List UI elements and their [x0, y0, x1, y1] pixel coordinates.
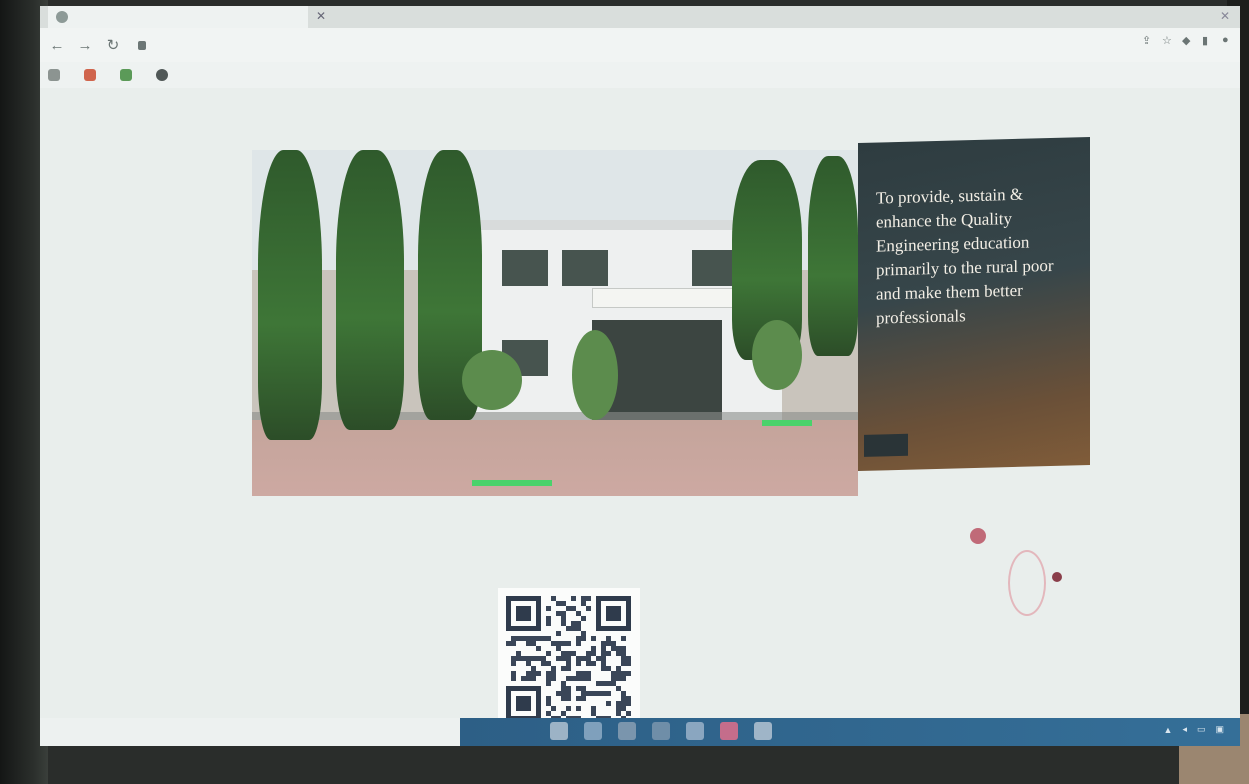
app-icon[interactable]: [754, 722, 772, 740]
tree: [258, 150, 322, 440]
app-icon[interactable]: [720, 722, 738, 740]
browser-toolbar: ← → ↻ ⇪ ☆ ◆ ▮ ●: [40, 28, 1240, 62]
shrub: [752, 320, 802, 390]
taskbar: ▲ ◂ ▭ ▣: [460, 718, 1240, 746]
task-view-icon[interactable]: [618, 722, 636, 740]
tree: [336, 150, 404, 430]
bookmark-item-4[interactable]: [156, 69, 174, 81]
bookmark-item-2[interactable]: [84, 69, 102, 81]
close-tab-icon[interactable]: ✕: [316, 9, 326, 23]
mail-icon: [84, 69, 96, 81]
globe-icon: [156, 69, 168, 81]
address-bar[interactable]: [138, 40, 152, 50]
start-icon[interactable]: [550, 722, 568, 740]
taskbar-apps: [550, 722, 772, 740]
reload-icon[interactable]: ↻: [102, 34, 124, 56]
monitor-screen: ✕ ✕ ← → ↻ ⇪ ☆ ◆ ▮ ● To provide, sustain …: [40, 6, 1240, 746]
building-window: [502, 250, 548, 286]
browser-icon[interactable]: [686, 722, 704, 740]
bookmark-item-1[interactable]: [48, 69, 66, 81]
decorative-ring: [1008, 550, 1046, 616]
bookmarks-bar: [40, 62, 1240, 88]
system-tray: ▲ ◂ ▭ ▣: [1164, 724, 1224, 735]
bookmark-icon: [48, 69, 60, 81]
qr-code: [498, 588, 640, 736]
shrub: [462, 350, 522, 410]
web-page-content: To provide, sustain & enhance the Qualit…: [40, 88, 1240, 736]
lawn-stripe: [762, 420, 812, 426]
building-window: [562, 250, 608, 286]
network-icon[interactable]: ▲: [1164, 725, 1173, 735]
profile-icon[interactable]: ●: [1222, 34, 1232, 48]
qr-code-graphic: [506, 596, 631, 721]
maps-icon: [120, 69, 132, 81]
paved-ground: [252, 420, 858, 496]
shrub: [572, 330, 618, 420]
window-close-icon[interactable]: ✕: [1220, 9, 1230, 23]
tree: [808, 156, 858, 356]
lawn-stripe: [472, 480, 552, 486]
forward-icon[interactable]: →: [74, 34, 96, 56]
mission-statement: To provide, sustain & enhance the Qualit…: [876, 184, 1054, 328]
star-icon[interactable]: ☆: [1162, 34, 1172, 48]
tab-strip: ✕ ✕: [40, 6, 1240, 28]
clock-icon[interactable]: ▭: [1197, 724, 1206, 735]
slider-control[interactable]: [864, 433, 908, 457]
decorative-dot: [1052, 572, 1062, 582]
back-icon[interactable]: ←: [46, 34, 68, 56]
sidebar-icon[interactable]: ▮: [1202, 34, 1212, 48]
volume-icon[interactable]: ◂: [1182, 724, 1187, 735]
notification-icon[interactable]: ▣: [1215, 724, 1224, 735]
decorative-dot: [970, 528, 986, 544]
tab-active[interactable]: [48, 6, 308, 28]
share-icon[interactable]: ⇪: [1142, 34, 1152, 48]
bookmark-item-3[interactable]: [120, 69, 138, 81]
file-explorer-icon[interactable]: [652, 722, 670, 740]
extension-icons: ⇪ ☆ ◆ ▮ ●: [1142, 34, 1232, 48]
lock-icon: [138, 40, 146, 50]
caption-block: [318, 528, 838, 534]
favicon-icon: [56, 11, 68, 23]
puzzle-icon[interactable]: ◆: [1182, 34, 1192, 48]
mission-panel: To provide, sustain & enhance the Qualit…: [858, 136, 1090, 472]
search-icon[interactable]: [584, 722, 602, 740]
campus-photo: [252, 150, 858, 496]
